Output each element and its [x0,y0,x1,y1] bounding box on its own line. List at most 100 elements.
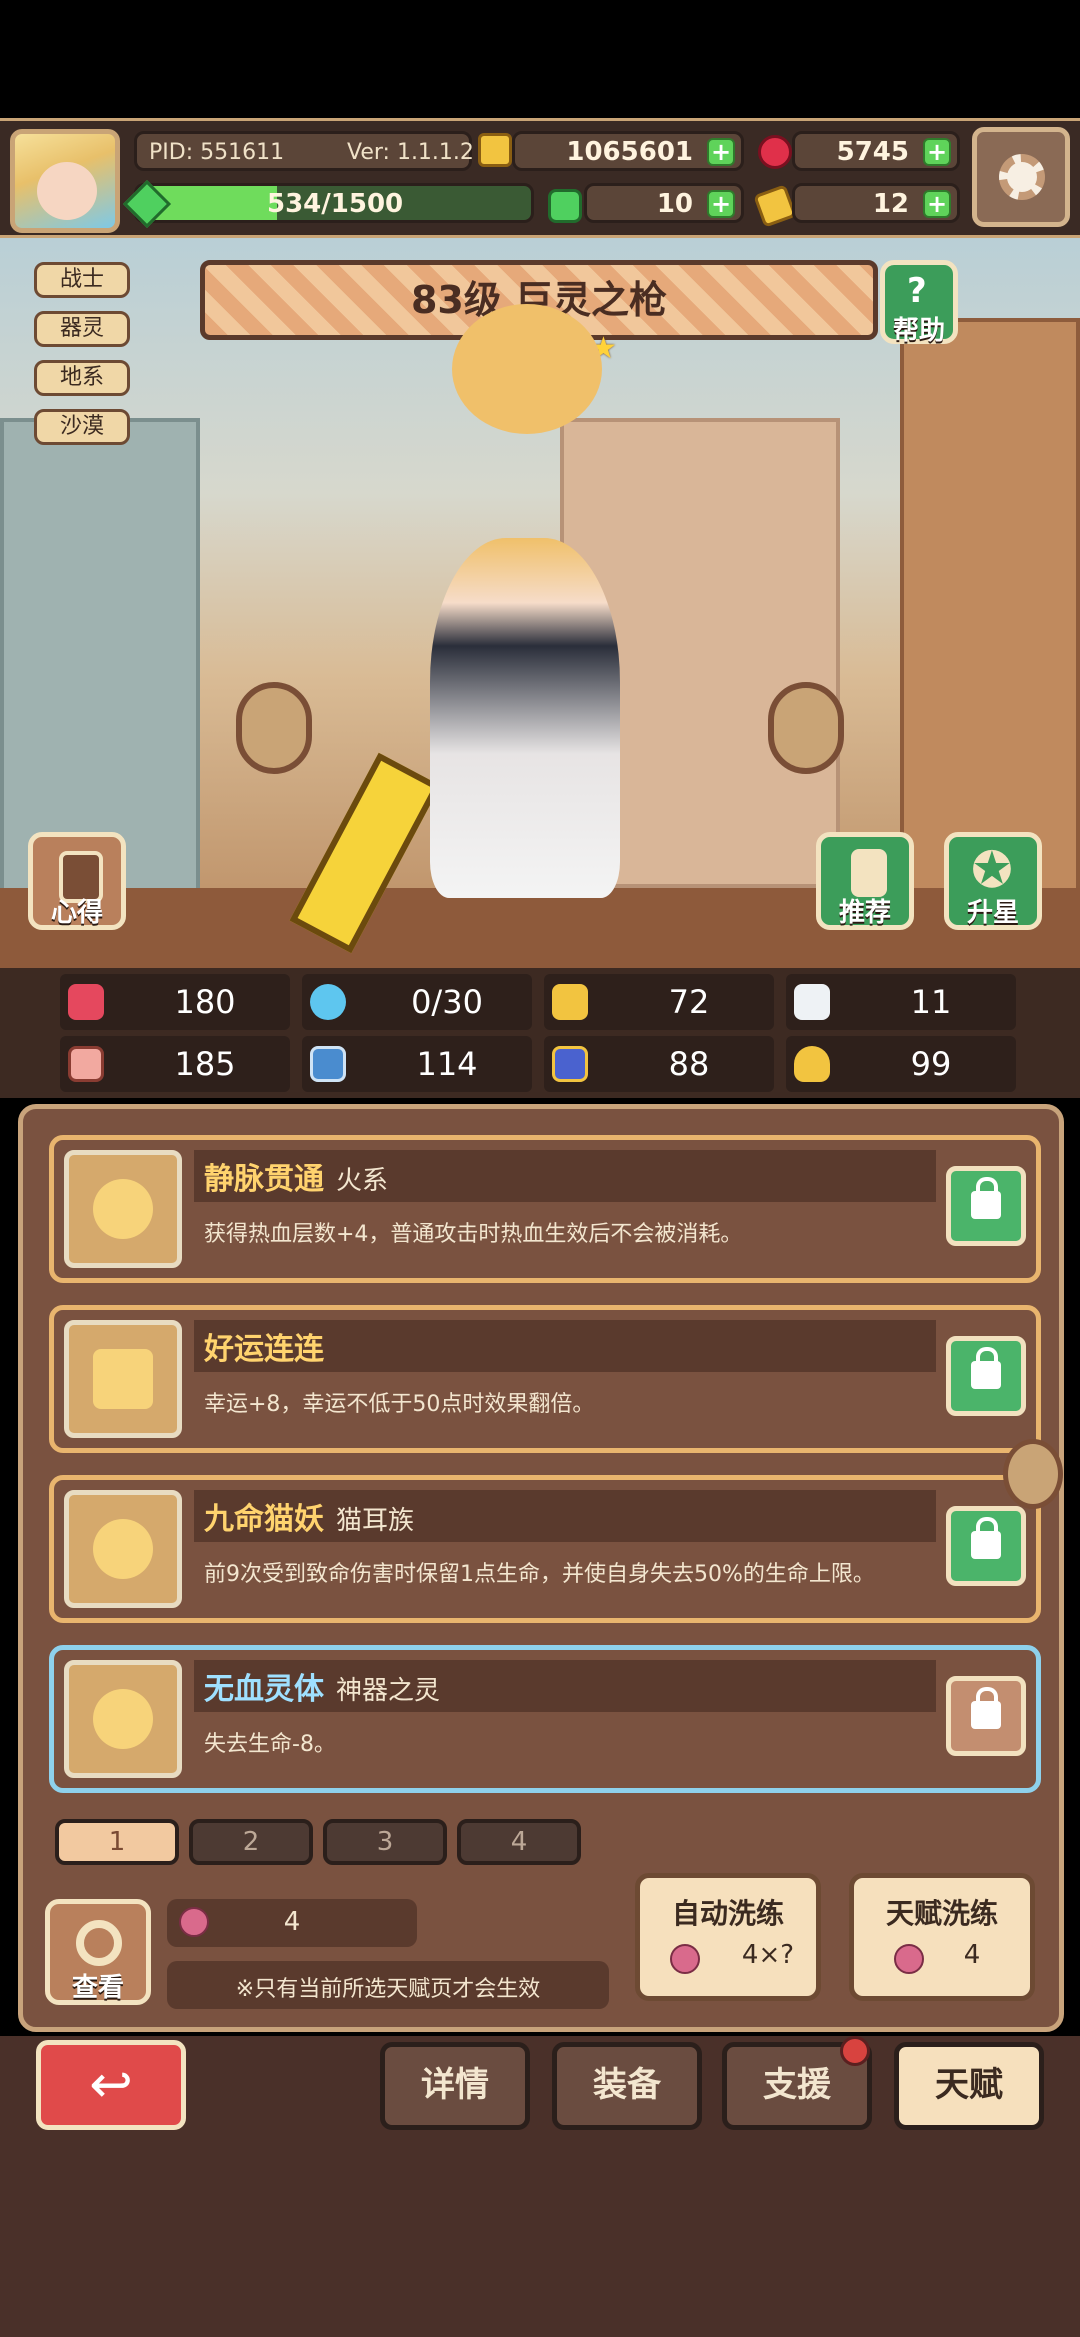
water-drop-icon [310,984,346,1020]
help-label: 帮助 [892,316,945,346]
notification-badge [840,2036,870,2066]
talent-page-tab-3[interactable]: 3 [323,1819,447,1865]
gear-icon [999,154,1045,200]
talent-type: 神器之灵 [336,1676,441,1706]
talent-card[interactable]: 九命猫妖 猫耳族 前9次受到致命伤害时保留1点生命，并使自身失去50%的生命上限。 [49,1475,1041,1623]
talent-icon-box [64,1150,182,1268]
help-button[interactable]: ? 帮助 [880,260,958,346]
talent-page-tab-2[interactable]: 2 [189,1819,313,1865]
ruby-value: 5745 [836,137,909,167]
hero-character[interactable] [430,538,620,898]
heart-icon [68,984,104,1020]
talent-reroll-button[interactable]: 天赋洗练 4 [849,1873,1035,2001]
pid-version-bar: PID: 551611 Ver: 1.1.1.2 [134,131,474,171]
talent-type: 猫耳族 [336,1506,415,1536]
energy-bar: 534/1500 [134,183,534,223]
lock-button[interactable] [946,1336,1026,1416]
talent-description: 前9次受到致命伤害时保留1点生命，并使自身失去50%的生命上限。 [204,1562,875,1587]
stat-luck: 99 [786,1036,1016,1092]
add-clover-button[interactable]: + [707,190,735,218]
question-icon: ? [907,271,927,311]
lock-button[interactable] [946,1166,1026,1246]
talent-type: 火系 [336,1166,389,1196]
stat-defense: 72 [544,974,774,1030]
stat-mana-value: 0/30 [411,983,483,1021]
player-avatar[interactable] [10,129,120,233]
unlock-button[interactable] [946,1676,1026,1756]
recommend-button[interactable]: 推荐 [816,832,914,930]
notice-bar: ※只有当前所选天赋页才会生效 [167,1961,609,2009]
lock-button[interactable] [946,1506,1026,1586]
hero-tag-type[interactable]: 器灵 [34,311,130,347]
gold-value: 1065601 [566,137,693,167]
hero-scene: 战士 器灵 地系 沙漠 83级 巨灵之枪 ★ ★ ★ ★ ★ ? 帮助 心得 推… [0,238,1080,968]
gold-bar: 1065601 + [512,131,744,171]
stat-mana: 0/30 [302,974,532,1030]
stat-dodge-value: 11 [910,983,952,1021]
talent-page-tab-4[interactable]: 4 [457,1819,581,1865]
add-gold-button[interactable]: + [707,138,735,166]
cat-icon [93,1519,153,1579]
thumbs-up-icon [851,849,887,897]
auto-reroll-button[interactable]: 自动洗练 4×? [635,1873,821,2001]
talent-panel: 静脉贯通 火系 获得热血层数+4，普通攻击时热血生效后不会被消耗。 好运连连 幸运… [18,1104,1064,2032]
stat-attack-value: 185 [174,1045,236,1083]
key-value: 12 [872,189,909,219]
hero-tag-class[interactable]: 战士 [34,262,130,298]
nav-equipment-button[interactable]: 装备 [552,2042,702,2130]
talent-page-tabs: 1 2 3 4 [43,1819,603,1869]
lock-icon [971,1517,1001,1559]
talent-page-tab-1[interactable]: 1 [55,1819,179,1865]
fist-icon [68,1046,104,1082]
unlock-icon [971,1687,1001,1729]
next-hero-arrow[interactable] [768,682,844,774]
side-scroll-handle[interactable] [1003,1439,1063,1509]
star-badge-icon: ✪ [971,841,1013,899]
stat-hp: 180 [60,974,290,1030]
horseshoe-icon [794,1046,830,1082]
view-button[interactable]: 查看 [45,1899,151,2005]
notes-button[interactable]: 心得 [28,832,126,930]
boots-icon [552,1046,588,1082]
avatar-face [37,162,97,220]
back-button[interactable]: ↩ [36,2040,186,2130]
stat-speed-value: 88 [668,1045,710,1083]
talent-card[interactable]: 静脉贯通 火系 获得热血层数+4，普通攻击时热血生效后不会被消耗。 [49,1135,1041,1283]
recommend-label: 推荐 [838,898,891,928]
gold-coin-icon [478,133,512,167]
lock-icon [971,1177,1001,1219]
nav-details-button[interactable]: 详情 [380,2042,530,2130]
stat-dodge: 11 [786,974,1016,1030]
talent-reroll-cost: 4 [963,1940,981,1970]
talent-card[interactable]: 好运连连 幸运+8，幸运不低于50点时效果翻倍。 [49,1305,1041,1453]
talent-icon-box [64,1660,182,1778]
hero-tag-element[interactable]: 地系 [34,360,130,396]
ground [0,888,1080,968]
talent-name: 好运连连 [204,1332,324,1367]
star-up-button[interactable]: ✪ 升星 [944,832,1042,930]
hero-tag-region[interactable]: 沙漠 [34,409,130,445]
ruby-icon [758,135,792,169]
prev-hero-arrow[interactable] [236,682,312,774]
stat-magic-value: 114 [416,1045,478,1083]
lock-icon [971,1347,1001,1389]
auto-reroll-label: 自动洗练 [671,1897,784,1930]
view-label: 查看 [71,1973,124,2003]
wing-icon [794,984,830,1020]
background-rock-right [900,318,1080,918]
clover-icon [548,189,582,223]
hero-hair [452,304,602,434]
talent-description: 失去生命-8。 [204,1732,336,1757]
stat-attack: 185 [60,1036,290,1092]
settings-button[interactable] [972,127,1070,227]
talent-card-selected[interactable]: 无血灵体 神器之灵 失去生命-8。 [49,1645,1041,1793]
stat-luck-value: 99 [910,1045,952,1083]
notes-label: 心得 [50,898,103,928]
book-icon [310,1046,346,1082]
add-ruby-button[interactable]: + [923,138,951,166]
add-key-button[interactable]: + [923,190,951,218]
nav-talent-button[interactable]: 天赋 [894,2042,1044,2130]
clover-cross-icon [93,1349,153,1409]
key-bar: 12 + [792,183,960,223]
stat-hp-value: 180 [174,983,236,1021]
